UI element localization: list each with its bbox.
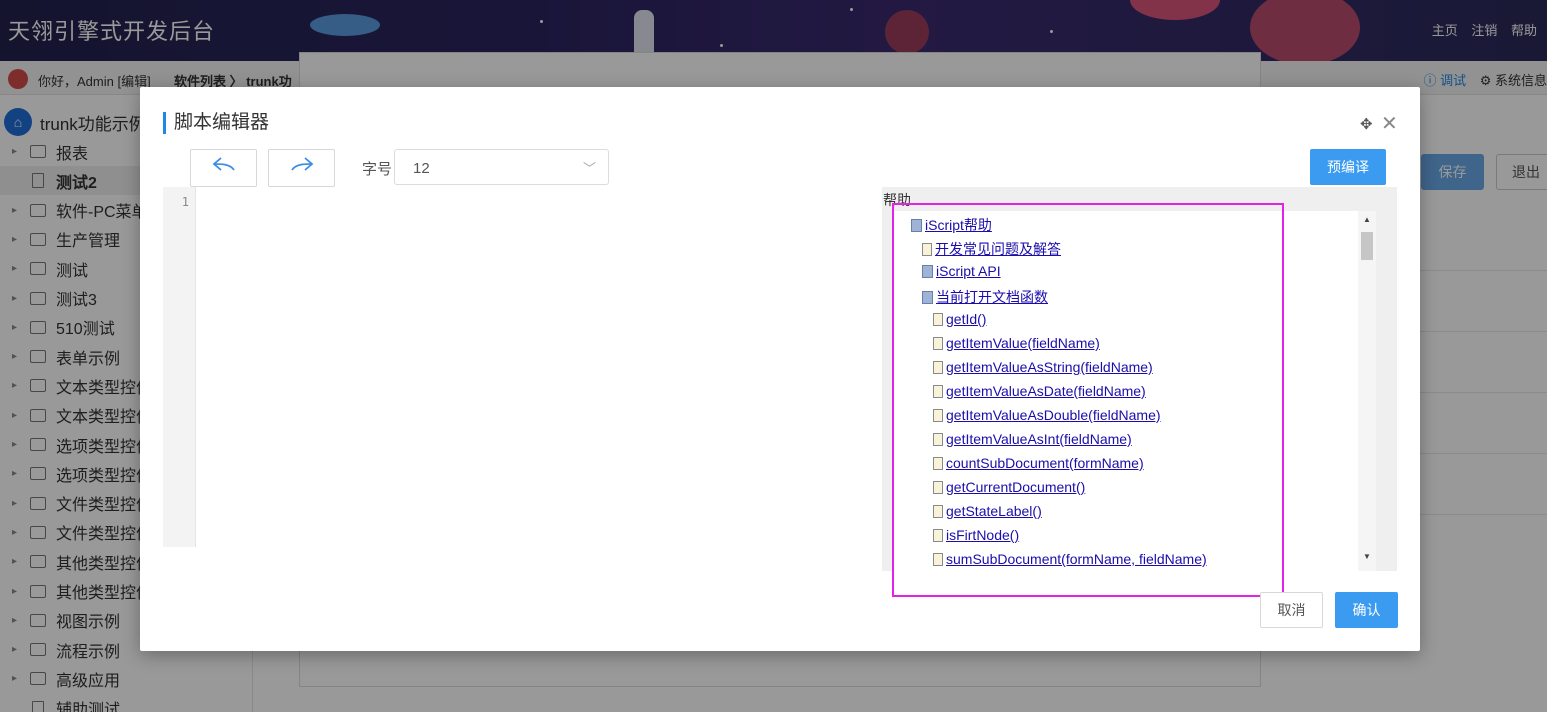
scrollbar[interactable]: ▲ ▼ [1358, 211, 1376, 571]
help-node-label: iScript API [936, 263, 1001, 279]
redo-button[interactable] [268, 149, 335, 187]
font-size-select[interactable]: 12 ﹀ [394, 149, 609, 185]
precompile-button[interactable]: 预编译 [1310, 149, 1386, 185]
page-icon [933, 360, 943, 374]
undo-button[interactable] [190, 149, 257, 187]
modal-title: 脚本编辑器 [163, 112, 269, 134]
move-icon[interactable]: ✥ [1360, 115, 1373, 133]
help-node-label: 当前打开文档函数 [936, 289, 1048, 305]
help-node-label: getItemValue(fieldName) [946, 335, 1100, 351]
undo-icon [212, 157, 235, 171]
help-tree-node[interactable]: isFirtNode() [933, 527, 1019, 543]
scroll-down-icon[interactable]: ▼ [1363, 552, 1371, 561]
help-node-label: countSubDocument(formName) [946, 455, 1144, 471]
help-tree-node[interactable]: getItemValue(fieldName) [933, 335, 1100, 351]
help-tree-node[interactable]: getStateLabel() [933, 503, 1042, 519]
help-tree-node[interactable]: getCurrentDocument() [933, 479, 1085, 495]
page-icon [933, 336, 943, 350]
help-node-label: getId() [946, 311, 987, 327]
help-node-label: sumSubDocument(formName, fieldName) [946, 551, 1207, 567]
help-panel: 帮助 iScript帮助开发常见问题及解答 iScript API 当前打开文档函数… [882, 187, 1397, 571]
page-icon [933, 528, 943, 542]
help-node-label: getItemValueAsString(fieldName) [946, 359, 1153, 375]
scroll-thumb[interactable] [1361, 232, 1373, 260]
help-title: 帮助 [883, 192, 911, 208]
help-tree: iScript帮助开发常见问题及解答 iScript API 当前打开文档函数 get… [892, 211, 1376, 571]
help-tree-node[interactable]: iScript帮助 [911, 215, 992, 235]
page-icon [922, 242, 932, 256]
page-icon [933, 504, 943, 518]
page-icon [933, 432, 943, 446]
help-tree-node[interactable]: getId() [933, 311, 986, 327]
redo-icon [290, 157, 313, 171]
line-gutter: 1 [163, 187, 196, 547]
help-node-label: getItemValueAsDate(fieldName) [946, 383, 1146, 399]
help-node-label: 开发常见问题及解答 [935, 241, 1061, 257]
help-tree-node[interactable]: 开发常见问题及解答 [922, 239, 1061, 259]
help-tree-node[interactable]: 当前打开文档函数 [922, 287, 1048, 307]
help-tree-node[interactable]: getItemValueAsDate(fieldName) [933, 383, 1146, 399]
help-tree-node[interactable]: sumSubDocument(formName, fieldName) [933, 551, 1207, 567]
cancel-button[interactable]: 取消 [1260, 592, 1323, 628]
script-editor-modal: 脚本编辑器 ✥ ✕ 字号 12 ﹀ 预编译 1 帮助 iScript帮助开发常见… [140, 87, 1420, 651]
book-icon [922, 290, 933, 304]
help-node-label: iScript帮助 [925, 217, 992, 233]
page-icon [933, 312, 943, 326]
scroll-up-icon[interactable]: ▲ [1363, 215, 1371, 224]
chevron-down-icon: ﹀ [582, 161, 596, 176]
help-node-label: getCurrentDocument() [946, 479, 1086, 495]
book-icon [922, 264, 933, 278]
confirm-button[interactable]: 确认 [1335, 592, 1398, 628]
help-tree-node[interactable]: getItemValueAsDouble(fieldName) [933, 407, 1161, 423]
font-size-value: 12 [413, 160, 430, 177]
help-node-label: getItemValueAsInt(fieldName) [946, 431, 1132, 447]
line-number: 1 [181, 195, 189, 209]
page-icon [933, 408, 943, 422]
help-tree-node[interactable]: iScript API [922, 263, 1001, 279]
help-tree-node[interactable]: getItemValueAsString(fieldName) [933, 359, 1153, 375]
page-icon [933, 552, 943, 566]
close-icon[interactable]: ✕ [1381, 111, 1398, 136]
help-tree-node[interactable]: getItemValueAsInt(fieldName) [933, 431, 1132, 447]
help-node-label: isFirtNode() [946, 527, 1020, 543]
help-node-label: getItemValueAsDouble(fieldName) [946, 407, 1161, 423]
code-editor[interactable]: 1 [163, 187, 873, 547]
font-size-label: 字号 [362, 161, 393, 178]
help-node-label: getStateLabel() [946, 503, 1042, 519]
page-icon [933, 456, 943, 470]
page-icon [933, 384, 943, 398]
book-icon [911, 218, 922, 232]
page-icon [933, 480, 943, 494]
help-tree-node[interactable]: countSubDocument(formName) [933, 455, 1144, 471]
